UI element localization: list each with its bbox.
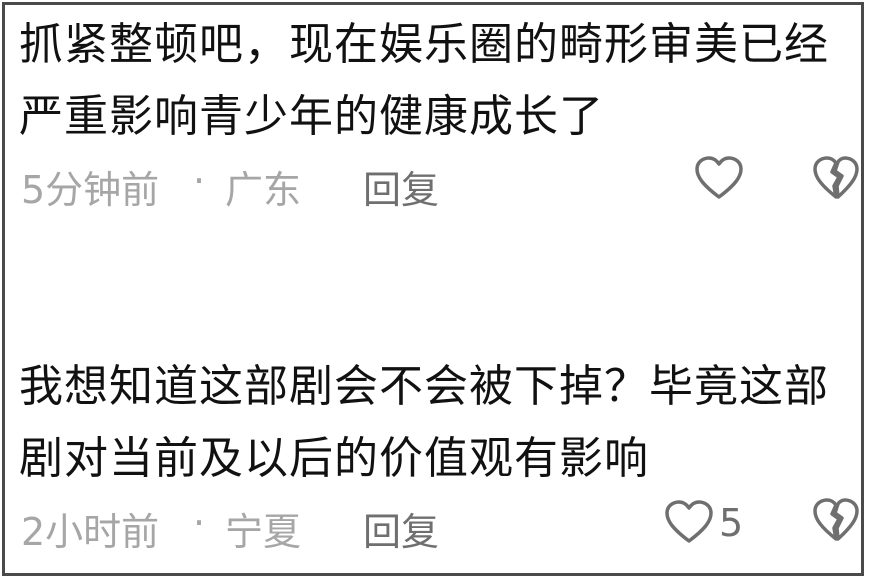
comment-location: 广东 [225,168,302,212]
broken-heart-icon[interactable] [811,155,861,203]
comment-meta: 2小时前 · 宁夏 回复 5 [5,495,861,559]
comment-text: 我想知道这部剧会不会被下掉？毕竟这部剧对当前及以后的价值观有影响 [19,361,829,484]
comment-text: 抓紧整顿吧，现在娱乐圈的畸形审美已经严重影响青少年的健康成长了 [19,19,829,142]
meta-separator: · [193,501,206,545]
reply-button[interactable]: 回复 [363,159,439,214]
comment-time: 5分钟前 [21,168,160,212]
heart-outline-icon[interactable] [663,499,715,547]
comment-item: 我想知道这部剧会不会被下掉？毕竟这部剧对当前及以后的价值观有影响 2小时前 · … [5,351,861,559]
broken-heart-icon[interactable] [811,497,861,545]
comment-list: 抓紧整顿吧，现在娱乐圈的畸形审美已经严重影响青少年的健康成长了 5分钟前 · 广… [2,2,864,576]
comment-time: 2小时前 [21,510,160,554]
heart-outline-icon[interactable] [693,155,745,203]
reply-button[interactable]: 回复 [363,501,439,556]
comment-location: 宁夏 [225,510,302,554]
comment-item: 抓紧整顿吧，现在娱乐圈的畸形审美已经严重影响青少年的健康成长了 5分钟前 · 广… [5,9,861,217]
meta-separator: · [193,159,206,203]
like-count: 5 [719,501,744,545]
comment-meta: 5分钟前 · 广东 回复 [5,153,861,217]
